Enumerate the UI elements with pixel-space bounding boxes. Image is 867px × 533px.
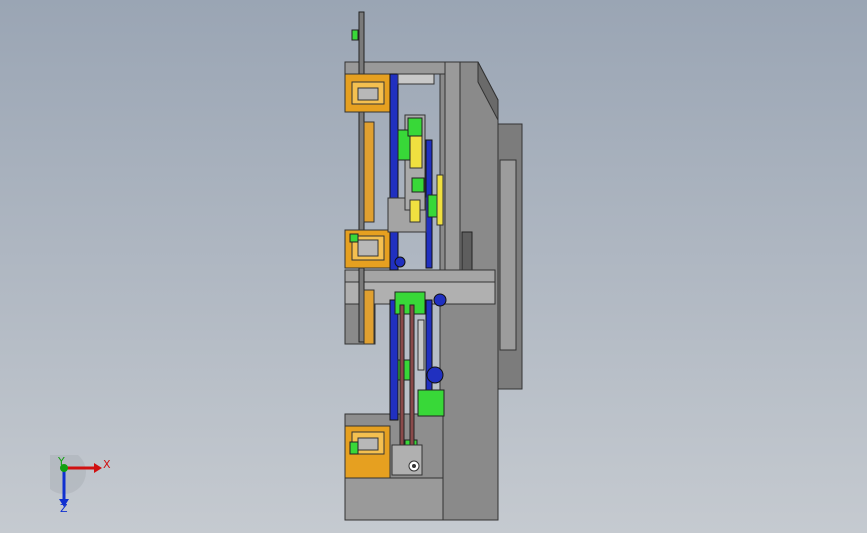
blue-rail-left[interactable] [389, 73, 399, 421]
y-axis-label: Y [58, 455, 65, 468]
orange-block-middle[interactable] [344, 229, 391, 269]
x-axis-label: X [103, 458, 111, 471]
x-axis-arrowhead [94, 463, 102, 473]
orange-block-bottom[interactable] [344, 425, 391, 479]
cad-model[interactable] [0, 0, 867, 533]
triad-sphere [50, 455, 86, 494]
bottom-link[interactable] [391, 444, 423, 476]
graphics-viewport[interactable]: X Y Z [0, 0, 867, 533]
orange-strip-upper[interactable] [363, 121, 375, 223]
blue-rail-right[interactable] [425, 139, 433, 391]
z-axis-label: Z [60, 502, 68, 515]
orange-strip-lower[interactable] [363, 289, 375, 345]
orange-block-top[interactable] [344, 73, 391, 113]
